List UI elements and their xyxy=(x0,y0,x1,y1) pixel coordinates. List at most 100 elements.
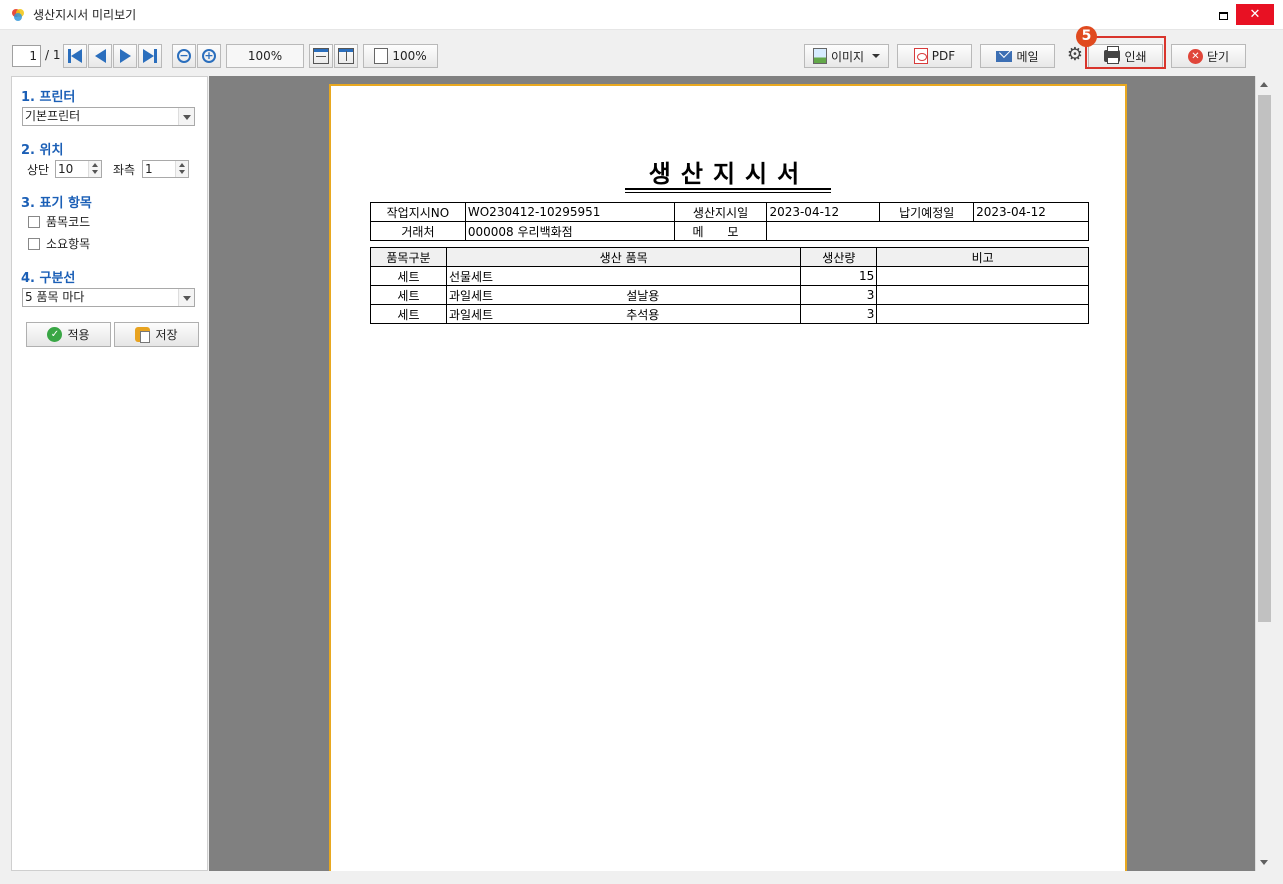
close-button[interactable]: ✕ 닫기 xyxy=(1171,44,1246,68)
zoom-in-button[interactable]: + xyxy=(197,44,221,68)
item-note xyxy=(876,266,1089,286)
left-margin-label: 좌측 xyxy=(113,163,136,177)
item-product: 과일세트 xyxy=(445,285,625,305)
close-icon: ✕ xyxy=(1187,48,1203,64)
scroll-up-icon[interactable] xyxy=(1256,76,1273,93)
zoom-out-button[interactable]: − xyxy=(172,44,196,68)
next-page-icon xyxy=(119,49,131,63)
due-date-label: 납기예정일 xyxy=(879,202,975,222)
scroll-thumb[interactable] xyxy=(1258,95,1271,622)
order-no-label: 작업지시NO xyxy=(370,202,466,222)
prev-page-button[interactable] xyxy=(88,44,112,68)
chevron-down-icon xyxy=(178,108,194,125)
magnifier-page-icon xyxy=(374,48,389,64)
step-badge: 5 xyxy=(1076,26,1097,47)
pdf-button[interactable]: PDF xyxy=(897,44,972,68)
table-row: 세트 과일세트 추석용 3 xyxy=(370,304,1089,324)
zoom-in-icon: + xyxy=(202,49,216,63)
required-item-checkbox[interactable] xyxy=(28,238,40,250)
settings-gear-icon[interactable]: ⚙ xyxy=(1065,44,1085,66)
separator-select[interactable]: 5 품목 마다 xyxy=(22,288,195,307)
maximize-button[interactable] xyxy=(1212,4,1234,26)
mail-label: 메일 xyxy=(1016,49,1039,64)
prev-page-icon xyxy=(94,49,106,63)
pdf-label: PDF xyxy=(931,49,956,63)
fit-height-button[interactable] xyxy=(334,44,358,68)
apply-label: 적용 xyxy=(67,328,90,342)
table-row: 세트 과일세트 설날용 3 xyxy=(370,285,1089,305)
table-row: 세트 선물세트 15 xyxy=(370,266,1089,286)
separator-select-value: 5 품목 마다 xyxy=(25,290,85,304)
client-value: 000008 우리백화점 xyxy=(464,221,675,241)
item-qty: 3 xyxy=(800,304,878,324)
item-note xyxy=(876,285,1089,305)
actual-size-button[interactable]: 100% xyxy=(363,44,438,68)
actual-size-label: 100% xyxy=(392,49,427,63)
left-margin-stepper[interactable]: 1 xyxy=(142,160,189,178)
col-header-qty: 생산량 xyxy=(800,247,878,267)
options-panel: 1. 프린터 기본프린터 2. 위치 상단 10 좌측 1 3. 표기 항목 품… xyxy=(11,76,208,871)
vertical-scrollbar[interactable] xyxy=(1255,76,1272,871)
document-title: 생산지시서 xyxy=(648,160,810,188)
status-bar xyxy=(0,871,1283,884)
col-header-product: 생산 품목 xyxy=(445,247,802,267)
mail-button[interactable]: 메일 xyxy=(980,44,1055,68)
preview-area[interactable]: 생산지시서 작업지시NO WO230412-10295951 생산지시일 202… xyxy=(209,76,1255,871)
window-close-button[interactable]: ✕ xyxy=(1236,4,1274,25)
item-qty: 3 xyxy=(800,285,878,305)
top-margin-stepper[interactable]: 10 xyxy=(55,160,102,178)
item-code-label: 품목코드 xyxy=(46,215,91,229)
fit-height-icon xyxy=(338,48,354,64)
save-icon xyxy=(135,327,151,343)
required-item-label: 소요항목 xyxy=(46,237,91,251)
printer-select[interactable]: 기본프린터 xyxy=(22,107,195,126)
fit-width-button[interactable] xyxy=(309,44,333,68)
top-margin-label: 상단 xyxy=(27,163,50,177)
apply-button[interactable]: ✓ 적용 xyxy=(26,322,111,347)
maximize-icon xyxy=(1218,11,1228,20)
separator-section-title: 4. 구분선 xyxy=(21,271,76,286)
title-underline xyxy=(625,188,831,190)
item-spec xyxy=(624,266,802,286)
save-button[interactable]: 저장 xyxy=(114,322,199,347)
order-header-table: 작업지시NO WO230412-10295951 생산지시일 2023-04-1… xyxy=(370,202,1089,241)
col-header-note: 비고 xyxy=(876,247,1089,267)
page-number-input[interactable]: 1 xyxy=(12,45,41,67)
image-icon xyxy=(812,48,827,64)
items-table: 품목구분 생산 품목 생산량 비고 세트 선물세트 15 세트 과일세트 설날용… xyxy=(370,247,1089,324)
item-spec: 추석용 xyxy=(624,304,802,324)
zoom-level-field[interactable]: 100% xyxy=(226,44,304,68)
item-product: 선물세트 xyxy=(445,266,625,286)
item-category: 세트 xyxy=(370,266,447,286)
mail-icon xyxy=(996,50,1013,62)
memo-value xyxy=(766,221,1089,241)
close-label: 닫기 xyxy=(1206,49,1230,64)
position-section-title: 2. 위치 xyxy=(21,143,64,158)
scroll-down-icon[interactable] xyxy=(1256,854,1273,871)
item-product: 과일세트 xyxy=(445,304,625,324)
first-page-button[interactable] xyxy=(63,44,87,68)
last-page-button[interactable] xyxy=(138,44,162,68)
zoom-out-icon: − xyxy=(177,49,191,63)
memo-label: 메 모 xyxy=(673,221,768,241)
next-page-button[interactable] xyxy=(113,44,137,68)
item-note xyxy=(876,304,1089,324)
check-circle-icon: ✓ xyxy=(47,327,63,342)
prod-date-value: 2023-04-12 xyxy=(766,202,881,222)
printer-section-title: 1. 프린터 xyxy=(21,90,76,105)
item-code-checkbox[interactable] xyxy=(28,216,40,228)
page-total: / 1 xyxy=(45,48,61,62)
prod-date-label: 생산지시일 xyxy=(673,202,768,222)
item-spec: 설날용 xyxy=(624,285,802,305)
top-margin-value: 10 xyxy=(58,162,74,176)
spin-arrows-icon[interactable] xyxy=(88,161,101,177)
client-label: 거래처 xyxy=(370,221,466,241)
title-bar: 생산지시서 미리보기 ✕ xyxy=(0,0,1283,30)
item-qty: 15 xyxy=(800,266,878,286)
spin-arrows-icon[interactable] xyxy=(175,161,188,177)
image-export-button[interactable]: 이미지 xyxy=(804,44,889,68)
save-label: 저장 xyxy=(155,328,178,342)
items-header-row: 품목구분 생산 품목 생산량 비고 xyxy=(370,247,1089,267)
app-logo-icon xyxy=(12,9,24,21)
title-underline xyxy=(625,192,831,193)
